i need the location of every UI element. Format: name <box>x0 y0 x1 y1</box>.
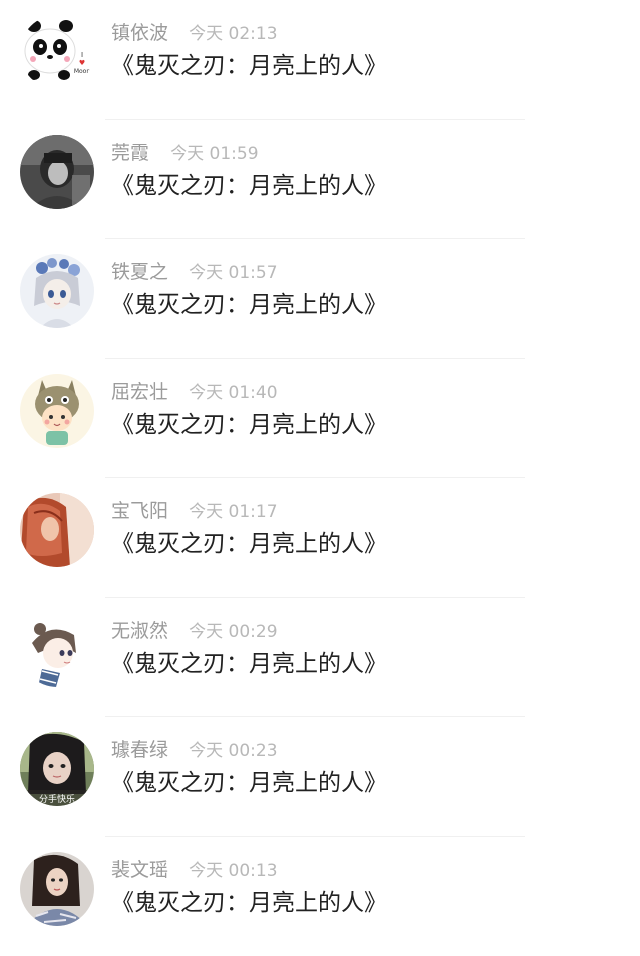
username[interactable]: 莞霞 <box>111 142 149 164</box>
timestamp: 今天 00:23 <box>189 741 277 761</box>
timestamp: 今天 01:17 <box>189 502 277 522</box>
comment-meta: 裴文瑶 今天 00:13 <box>111 857 278 883</box>
comment-text: 《鬼灭之刃：月亮上的人》 <box>111 170 387 202</box>
avatar[interactable]: I ♥ Moon <box>20 15 94 89</box>
avatar-caption: 分手快乐 <box>39 793 75 805</box>
comment-list: I ♥ Moon 镇依波 今天 02:13 《鬼灭之刃：月亮上的人》 <box>0 0 640 948</box>
comment-text: 《鬼灭之刃：月亮上的人》 <box>111 50 387 82</box>
comment-item[interactable]: 分手快乐 璩春绿 今天 00:23 《鬼灭之刃：月亮上的人》 <box>0 717 640 837</box>
username[interactable]: 屈宏壮 <box>111 381 168 403</box>
username[interactable]: 裴文瑶 <box>111 859 168 881</box>
svg-text:Moon: Moon <box>74 68 91 75</box>
comment-text: 《鬼灭之刃：月亮上的人》 <box>111 289 387 321</box>
comment-item[interactable]: 莞霞 今天 01:59 《鬼灭之刃：月亮上的人》 <box>0 120 640 240</box>
avatar[interactable] <box>20 135 94 209</box>
timestamp: 今天 01:59 <box>170 144 258 164</box>
comment-item[interactable]: 裴文瑶 今天 00:13 《鬼灭之刃：月亮上的人》 <box>0 837 640 956</box>
avatar[interactable]: 分手快乐 <box>20 732 94 806</box>
comment-text: 《鬼灭之刃：月亮上的人》 <box>111 409 387 441</box>
comment-meta: 宝飞阳 今天 01:17 <box>111 498 278 524</box>
comment-item[interactable]: 铁夏之 今天 01:57 《鬼灭之刃：月亮上的人》 <box>0 239 640 359</box>
comment-text: 《鬼灭之刃：月亮上的人》 <box>111 648 387 680</box>
timestamp: 今天 00:13 <box>189 861 277 881</box>
totoro-hat-cartoon-avatar-icon <box>20 374 94 448</box>
username[interactable]: 镇依波 <box>111 22 168 44</box>
panda-avatar-icon: I ♥ Moon <box>20 15 94 89</box>
timestamp: 今天 01:57 <box>189 263 277 283</box>
comment-meta: 无淑然 今天 00:29 <box>111 618 278 644</box>
avatar[interactable] <box>20 254 94 328</box>
comment-meta: 莞霞 今天 01:59 <box>111 140 259 166</box>
comment-item[interactable]: 无淑然 今天 00:29 《鬼灭之刃：月亮上的人》 <box>0 598 640 718</box>
girl-photo-caption-avatar-icon: 分手快乐 <box>20 732 94 806</box>
svg-text:I: I <box>81 51 83 59</box>
red-hair-girl-avatar-icon <box>20 493 94 567</box>
timestamp: 今天 00:29 <box>189 622 277 642</box>
comment-text: 《鬼灭之刃：月亮上的人》 <box>111 528 387 560</box>
timestamp: 今天 02:13 <box>189 24 277 44</box>
avatar[interactable] <box>20 613 94 687</box>
comment-item[interactable]: 屈宏壮 今天 01:40 《鬼灭之刃：月亮上的人》 <box>0 359 640 479</box>
comment-meta: 璩春绿 今天 00:23 <box>111 737 278 763</box>
avatar[interactable] <box>20 374 94 448</box>
username[interactable]: 璩春绿 <box>111 739 168 761</box>
comment-text: 《鬼灭之刃：月亮上的人》 <box>111 767 387 799</box>
woman-photo-avatar-icon <box>20 852 94 926</box>
comment-meta: 铁夏之 今天 01:57 <box>111 259 278 285</box>
avatar[interactable] <box>20 852 94 926</box>
comment-meta: 屈宏壮 今天 01:40 <box>111 379 278 405</box>
anime-girl-flower-crown-avatar-icon <box>20 254 94 328</box>
comment-text: 《鬼灭之刃：月亮上的人》 <box>111 887 387 919</box>
username[interactable]: 无淑然 <box>111 620 168 642</box>
avatar[interactable] <box>20 493 94 567</box>
timestamp: 今天 01:40 <box>189 383 277 403</box>
comment-item[interactable]: 宝飞阳 今天 01:17 《鬼灭之刃：月亮上的人》 <box>0 478 640 598</box>
svg-text:♥: ♥ <box>79 59 85 67</box>
anime-girl-sketch-avatar-icon <box>20 613 94 687</box>
monochrome-girl-avatar-icon <box>20 135 94 209</box>
comment-meta: 镇依波 今天 02:13 <box>111 20 278 46</box>
username[interactable]: 宝飞阳 <box>111 500 168 522</box>
comment-item[interactable]: I ♥ Moon 镇依波 今天 02:13 《鬼灭之刃：月亮上的人》 <box>0 0 640 120</box>
username[interactable]: 铁夏之 <box>111 261 168 283</box>
